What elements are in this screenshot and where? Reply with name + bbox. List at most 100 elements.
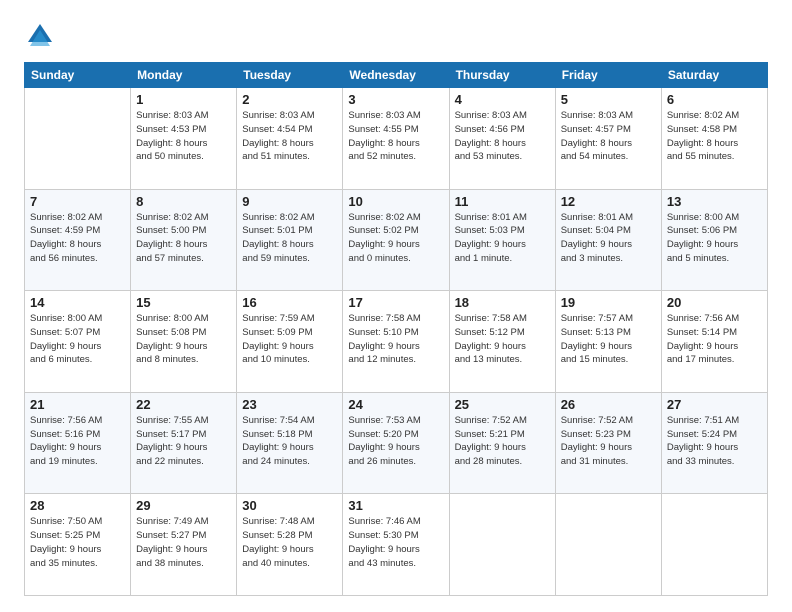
logo-icon — [24, 20, 56, 52]
calendar-cell: 31Sunrise: 7:46 AM Sunset: 5:30 PM Dayli… — [343, 494, 449, 596]
calendar-week-row: 7 Sunrise: 8:02 AM Sunset: 4:59 PM Daylig… — [25, 189, 768, 291]
day-info: Sunrise: 8:00 AM Sunset: 5:07 PM Dayligh… — [30, 312, 125, 367]
calendar-cell: 5 Sunrise: 8:03 AM Sunset: 4:57 PM Daylig… — [555, 88, 661, 190]
day-number: 10 — [348, 194, 443, 209]
day-info: Sunrise: 8:00 AM Sunset: 5:08 PM Dayligh… — [136, 312, 231, 367]
day-info: Sunrise: 7:58 AM Sunset: 5:10 PM Dayligh… — [348, 312, 443, 367]
calendar-week-row: 14 Sunrise: 8:00 AM Sunset: 5:07 PM Dayli… — [25, 291, 768, 393]
calendar-body: 1Sunrise: 8:03 AM Sunset: 4:53 PM Daylig… — [25, 88, 768, 596]
calendar-cell — [661, 494, 767, 596]
weekday-header: Monday — [131, 63, 237, 88]
weekday-row: SundayMondayTuesdayWednesdayThursdayFrid… — [25, 63, 768, 88]
day-info: Sunrise: 7:46 AM Sunset: 5:30 PM Dayligh… — [348, 515, 443, 570]
logo — [24, 20, 62, 52]
day-number: 13 — [667, 194, 762, 209]
day-info: Sunrise: 8:02 AM Sunset: 5:02 PM Dayligh… — [348, 211, 443, 266]
calendar-cell: 24 Sunrise: 7:53 AM Sunset: 5:20 PM Dayli… — [343, 392, 449, 494]
day-number: 19 — [561, 295, 656, 310]
calendar-cell: 6 Sunrise: 8:02 AM Sunset: 4:58 PM Daylig… — [661, 88, 767, 190]
calendar-cell: 25Sunrise: 7:52 AM Sunset: 5:21 PM Dayli… — [449, 392, 555, 494]
day-info: Sunrise: 8:02 AM Sunset: 4:58 PM Dayligh… — [667, 109, 762, 164]
day-number: 29 — [136, 498, 231, 513]
calendar-cell: 15 Sunrise: 8:00 AM Sunset: 5:08 PM Dayli… — [131, 291, 237, 393]
day-number: 28 — [30, 498, 125, 513]
day-info: Sunrise: 8:02 AM Sunset: 4:59 PM Dayligh… — [30, 211, 125, 266]
calendar-week-row: 21Sunrise: 7:56 AM Sunset: 5:16 PM Dayli… — [25, 392, 768, 494]
day-number: 7 — [30, 194, 125, 209]
day-number: 3 — [348, 92, 443, 107]
day-number: 2 — [242, 92, 337, 107]
calendar-cell — [555, 494, 661, 596]
weekday-header: Friday — [555, 63, 661, 88]
calendar-cell: 16 Sunrise: 7:59 AM Sunset: 5:09 PM Dayli… — [237, 291, 343, 393]
day-number: 18 — [455, 295, 550, 310]
day-info: Sunrise: 7:48 AM Sunset: 5:28 PM Dayligh… — [242, 515, 337, 570]
day-info: Sunrise: 8:03 AM Sunset: 4:53 PM Dayligh… — [136, 109, 231, 164]
day-info: Sunrise: 7:55 AM Sunset: 5:17 PM Dayligh… — [136, 414, 231, 469]
day-info: Sunrise: 7:52 AM Sunset: 5:21 PM Dayligh… — [455, 414, 550, 469]
calendar-page: SundayMondayTuesdayWednesdayThursdayFrid… — [0, 0, 792, 612]
day-number: 16 — [242, 295, 337, 310]
day-number: 8 — [136, 194, 231, 209]
day-info: Sunrise: 7:58 AM Sunset: 5:12 PM Dayligh… — [455, 312, 550, 367]
calendar-cell: 12Sunrise: 8:01 AM Sunset: 5:04 PM Dayli… — [555, 189, 661, 291]
calendar-cell: 20 Sunrise: 7:56 AM Sunset: 5:14 PM Dayli… — [661, 291, 767, 393]
calendar-cell: 28 Sunrise: 7:50 AM Sunset: 5:25 PM Dayli… — [25, 494, 131, 596]
day-number: 23 — [242, 397, 337, 412]
day-info: Sunrise: 8:03 AM Sunset: 4:54 PM Dayligh… — [242, 109, 337, 164]
day-info: Sunrise: 8:02 AM Sunset: 5:01 PM Dayligh… — [242, 211, 337, 266]
calendar-cell: 21Sunrise: 7:56 AM Sunset: 5:16 PM Dayli… — [25, 392, 131, 494]
day-info: Sunrise: 7:56 AM Sunset: 5:16 PM Dayligh… — [30, 414, 125, 469]
calendar-cell: 7 Sunrise: 8:02 AM Sunset: 4:59 PM Daylig… — [25, 189, 131, 291]
calendar-cell: 19 Sunrise: 7:57 AM Sunset: 5:13 PM Dayli… — [555, 291, 661, 393]
day-number: 5 — [561, 92, 656, 107]
weekday-header: Saturday — [661, 63, 767, 88]
calendar-cell: 22 Sunrise: 7:55 AM Sunset: 5:17 PM Dayli… — [131, 392, 237, 494]
calendar-cell: 2 Sunrise: 8:03 AM Sunset: 4:54 PM Daylig… — [237, 88, 343, 190]
day-number: 30 — [242, 498, 337, 513]
weekday-header: Wednesday — [343, 63, 449, 88]
calendar-cell: 8Sunrise: 8:02 AM Sunset: 5:00 PM Daylig… — [131, 189, 237, 291]
day-number: 26 — [561, 397, 656, 412]
day-info: Sunrise: 7:54 AM Sunset: 5:18 PM Dayligh… — [242, 414, 337, 469]
calendar-table: SundayMondayTuesdayWednesdayThursdayFrid… — [24, 62, 768, 596]
calendar-cell: 26 Sunrise: 7:52 AM Sunset: 5:23 PM Dayli… — [555, 392, 661, 494]
day-number: 15 — [136, 295, 231, 310]
day-number: 22 — [136, 397, 231, 412]
day-number: 11 — [455, 194, 550, 209]
day-info: Sunrise: 7:52 AM Sunset: 5:23 PM Dayligh… — [561, 414, 656, 469]
calendar-week-row: 28 Sunrise: 7:50 AM Sunset: 5:25 PM Dayli… — [25, 494, 768, 596]
day-info: Sunrise: 8:01 AM Sunset: 5:04 PM Dayligh… — [561, 211, 656, 266]
calendar-cell: 27 Sunrise: 7:51 AM Sunset: 5:24 PM Dayli… — [661, 392, 767, 494]
day-info: Sunrise: 8:01 AM Sunset: 5:03 PM Dayligh… — [455, 211, 550, 266]
day-info: Sunrise: 8:03 AM Sunset: 4:55 PM Dayligh… — [348, 109, 443, 164]
day-number: 27 — [667, 397, 762, 412]
day-number: 6 — [667, 92, 762, 107]
weekday-header: Sunday — [25, 63, 131, 88]
day-info: Sunrise: 7:59 AM Sunset: 5:09 PM Dayligh… — [242, 312, 337, 367]
calendar-header: SundayMondayTuesdayWednesdayThursdayFrid… — [25, 63, 768, 88]
day-number: 24 — [348, 397, 443, 412]
header — [24, 20, 768, 52]
calendar-week-row: 1Sunrise: 8:03 AM Sunset: 4:53 PM Daylig… — [25, 88, 768, 190]
day-info: Sunrise: 7:51 AM Sunset: 5:24 PM Dayligh… — [667, 414, 762, 469]
day-number: 20 — [667, 295, 762, 310]
calendar-cell: 10 Sunrise: 8:02 AM Sunset: 5:02 PM Dayli… — [343, 189, 449, 291]
day-info: Sunrise: 8:03 AM Sunset: 4:57 PM Dayligh… — [561, 109, 656, 164]
day-info: Sunrise: 7:50 AM Sunset: 5:25 PM Dayligh… — [30, 515, 125, 570]
weekday-header: Tuesday — [237, 63, 343, 88]
day-number: 14 — [30, 295, 125, 310]
calendar-cell — [449, 494, 555, 596]
day-info: Sunrise: 7:53 AM Sunset: 5:20 PM Dayligh… — [348, 414, 443, 469]
day-info: Sunrise: 8:00 AM Sunset: 5:06 PM Dayligh… — [667, 211, 762, 266]
day-info: Sunrise: 7:56 AM Sunset: 5:14 PM Dayligh… — [667, 312, 762, 367]
weekday-header: Thursday — [449, 63, 555, 88]
day-info: Sunrise: 7:57 AM Sunset: 5:13 PM Dayligh… — [561, 312, 656, 367]
day-number: 9 — [242, 194, 337, 209]
calendar-cell: 11 Sunrise: 8:01 AM Sunset: 5:03 PM Dayli… — [449, 189, 555, 291]
calendar-cell: 1Sunrise: 8:03 AM Sunset: 4:53 PM Daylig… — [131, 88, 237, 190]
day-info: Sunrise: 8:03 AM Sunset: 4:56 PM Dayligh… — [455, 109, 550, 164]
calendar-cell — [25, 88, 131, 190]
calendar-cell: 18 Sunrise: 7:58 AM Sunset: 5:12 PM Dayli… — [449, 291, 555, 393]
day-info: Sunrise: 7:49 AM Sunset: 5:27 PM Dayligh… — [136, 515, 231, 570]
